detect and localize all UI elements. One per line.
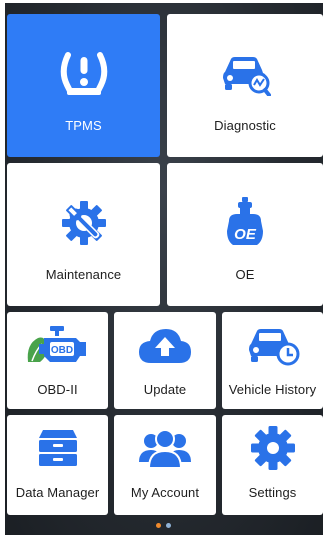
data-manager-tile[interactable]: Data Manager bbox=[7, 415, 108, 515]
svg-text:OE: OE bbox=[234, 226, 257, 243]
cloud-upload-icon bbox=[137, 324, 193, 366]
engine-obd-icon: OBD bbox=[26, 324, 90, 366]
oe-oil-icon: OE bbox=[223, 197, 267, 247]
update-tile[interactable]: Update bbox=[114, 312, 216, 409]
obd2-label: OBD-II bbox=[37, 382, 78, 397]
obd2-tile[interactable]: OBD OBD-II bbox=[7, 312, 108, 409]
diagnostic-tile[interactable]: Diagnostic bbox=[167, 14, 323, 157]
maintenance-label: Maintenance bbox=[45, 267, 122, 282]
home-screen: TPMS Diagnostic Maintenance OE OE OBD OB… bbox=[5, 3, 323, 535]
update-label: Update bbox=[143, 382, 187, 397]
file-cabinet-icon bbox=[37, 427, 79, 469]
oe-tile[interactable]: OE OE bbox=[167, 163, 323, 306]
maintenance-tile[interactable]: Maintenance bbox=[7, 163, 160, 306]
car-diagnostic-icon bbox=[219, 50, 271, 98]
vehicle-history-tile[interactable]: Vehicle History bbox=[222, 312, 323, 409]
my-account-tile[interactable]: My Account bbox=[114, 415, 216, 515]
data-manager-label: Data Manager bbox=[15, 485, 100, 500]
diagnostic-label: Diagnostic bbox=[214, 118, 276, 133]
tpms-label: TPMS bbox=[65, 118, 102, 133]
car-history-icon bbox=[245, 324, 301, 366]
wrench-gear-icon bbox=[60, 199, 108, 247]
vehicle-history-label: Vehicle History bbox=[228, 382, 317, 397]
gear-icon bbox=[250, 426, 296, 470]
tpms-tile[interactable]: TPMS bbox=[7, 14, 160, 157]
my-account-label: My Account bbox=[130, 485, 200, 500]
oe-label: OE bbox=[235, 267, 255, 282]
settings-label: Settings bbox=[248, 485, 297, 500]
page-indicator bbox=[156, 523, 171, 528]
users-icon bbox=[139, 427, 191, 469]
svg-text:OBD: OBD bbox=[50, 345, 72, 356]
page-dot-active[interactable] bbox=[156, 523, 161, 528]
settings-tile[interactable]: Settings bbox=[222, 415, 323, 515]
tire-pressure-icon bbox=[58, 50, 110, 98]
page-dot[interactable] bbox=[166, 523, 171, 528]
